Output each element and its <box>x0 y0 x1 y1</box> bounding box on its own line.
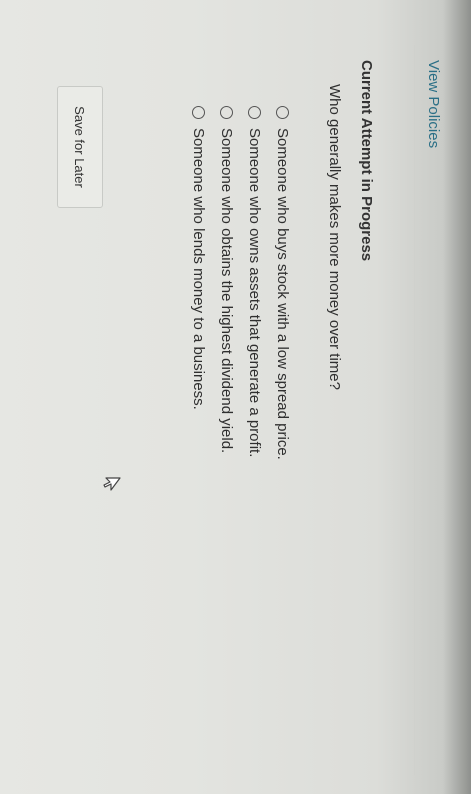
answer-option-label: Someone who owns assets that generate a … <box>246 128 264 458</box>
attempt-title: Current Attempt in Progress <box>358 60 375 262</box>
answer-option[interactable]: Someone who buys stock with a low spread… <box>272 106 294 460</box>
radio-button[interactable] <box>248 106 262 119</box>
mouse-pointer-icon <box>103 477 121 491</box>
answer-option-label: Someone who lends money to a business. <box>190 128 208 410</box>
quiz-page: View Policies Current Attempt in Progres… <box>0 0 471 794</box>
save-for-later-button[interactable]: Save for Later <box>57 86 103 208</box>
radio-button[interactable] <box>220 106 234 119</box>
answer-option[interactable]: Someone who obtains the highest dividend… <box>216 106 238 453</box>
screen: View Policies Current Attempt in Progres… <box>0 0 471 794</box>
answer-option-label: Someone who obtains the highest dividend… <box>218 128 236 454</box>
answer-option[interactable]: Someone who owns assets that generate a … <box>244 106 266 457</box>
view-policies-link[interactable]: View Policies <box>425 60 442 148</box>
question-text: Who generally makes more money over time… <box>326 84 343 390</box>
radio-button[interactable] <box>276 106 290 119</box>
answer-option-label: Someone who buys stock with a low spread… <box>274 128 292 460</box>
radio-button[interactable] <box>192 106 206 119</box>
answer-option[interactable]: Someone who lends money to a business. <box>188 106 210 410</box>
